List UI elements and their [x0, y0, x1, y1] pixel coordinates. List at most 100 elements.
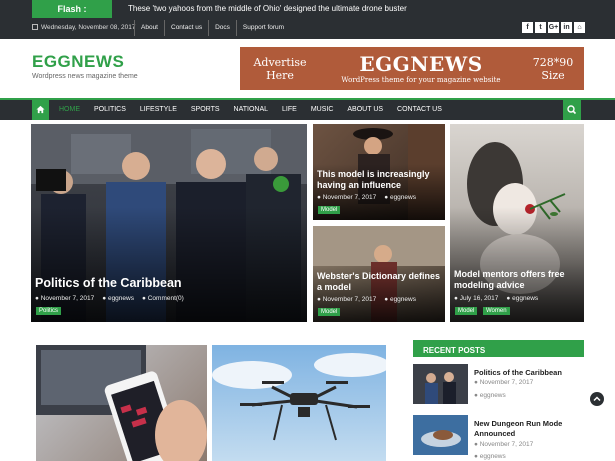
linkedin-icon[interactable]: in — [561, 22, 572, 33]
date-text: Wednesday, November 08, 2017 — [41, 24, 136, 31]
chevron-up-icon — [593, 396, 601, 402]
post-title[interactable]: This model is increasingly having an inf… — [317, 169, 441, 191]
recent-post-title[interactable]: New Dungeon Run Mode Announced — [474, 419, 584, 439]
flash-label: Flash : — [32, 0, 112, 18]
post-date: ● November 7, 2017 — [317, 296, 377, 303]
top-link-docs[interactable]: Docs — [208, 20, 236, 36]
post-author-text: eggnews — [107, 295, 134, 302]
top-link-support[interactable]: Support forum — [235, 20, 290, 36]
search-button[interactable] — [563, 100, 581, 120]
heading-notch — [493, 340, 501, 356]
featured-post-large[interactable]: Politics of the Caribbean ● November 7, … — [31, 124, 307, 322]
recent-post-author[interactable]: ● eggnews — [474, 453, 506, 460]
ad-size: 728*90 Size — [522, 56, 584, 82]
recent-posts-heading: RECENT POSTS — [413, 340, 584, 356]
post-meta: ● November 7, 2017 ● eggnews ● Comment(0… — [35, 295, 184, 302]
recent-post-thumbnail — [413, 364, 468, 404]
image-overlay — [450, 207, 584, 322]
category-tag-women[interactable]: Women — [483, 307, 510, 315]
post-date: ● July 16, 2017 — [454, 295, 499, 302]
post-date-text: November 7, 2017 — [322, 194, 377, 201]
recent-post-date-text: November 7, 2017 — [479, 441, 534, 448]
ad-advertise-here: Advertise Here — [240, 56, 320, 82]
post-comments[interactable]: ● Comment(0) — [142, 295, 184, 302]
twitter-icon[interactable]: t — [535, 22, 546, 33]
main-nav: HOME POLITICS LIFESTYLE SPORTS NATIONAL … — [0, 98, 615, 120]
current-date: Wednesday, November 08, 2017 — [32, 20, 135, 36]
nav-item-music[interactable]: MUSIC — [304, 100, 341, 120]
post-author[interactable]: ● eggnews — [384, 194, 416, 201]
recent-post-item[interactable]: Politics of the Caribbean ● November 7, … — [413, 364, 584, 412]
category-tag[interactable]: Politics — [36, 307, 62, 315]
post-meta: ● November 7, 2017 ● eggnews — [317, 296, 416, 303]
post-date-text: November 7, 2017 — [40, 295, 95, 302]
post-title[interactable]: Model mentors offers free modeling advic… — [454, 269, 580, 291]
nav-item-about-us[interactable]: ABOUT US — [340, 100, 390, 120]
nav-item-national[interactable]: NATIONAL — [227, 100, 276, 120]
site-tagline: Wordpress news magazine theme — [32, 73, 138, 80]
ad-brand-title: EGGNEWS — [359, 51, 483, 76]
recent-post-thumbnail — [413, 415, 468, 455]
post-meta: ● November 7, 2017 ● eggnews — [317, 194, 416, 201]
category-tag[interactable]: Model — [318, 308, 341, 316]
category-tag-model[interactable]: Model — [455, 307, 478, 315]
featured-post-model-mentors[interactable]: Model mentors offers free modeling advic… — [450, 124, 584, 322]
recent-post-author[interactable]: ● eggnews — [474, 392, 506, 399]
drone-image — [212, 353, 386, 441]
post-date: ● November 7, 2017 — [35, 295, 95, 302]
calendar-icon — [32, 24, 38, 30]
nav-item-contact-us[interactable]: CONTACT US — [390, 100, 449, 120]
page: Flash : These 'two yahoos from the middl… — [0, 0, 615, 461]
recent-posts-title: RECENT POSTS — [423, 346, 486, 355]
nav-items: HOME POLITICS LIFESTYLE SPORTS NATIONAL … — [52, 100, 449, 120]
instagram-icon[interactable]: ⌂ — [574, 22, 585, 33]
image-overlay — [31, 207, 307, 322]
post-thumbnail-phone-laptop[interactable] — [36, 345, 207, 461]
ad-brand: EGGNEWS WordPress theme for your magazin… — [320, 53, 522, 85]
top-links: About Contact us Docs Support forum — [134, 20, 290, 36]
ad-left-line2: Here — [266, 68, 294, 82]
home-button[interactable] — [32, 100, 49, 120]
ad-brand-sub: WordPress theme for your magazine websit… — [341, 75, 501, 84]
nav-item-sports[interactable]: SPORTS — [184, 100, 227, 120]
post-thumbnail-drone[interactable] — [212, 345, 386, 461]
post-date-text: November 7, 2017 — [322, 296, 377, 303]
recent-post-date: ● November 7, 2017 — [474, 379, 534, 386]
featured-post-webster[interactable]: Webster's Dictionary defines a model ● N… — [313, 226, 445, 322]
post-date: ● November 7, 2017 — [317, 194, 377, 201]
top-bar: Flash : These 'two yahoos from the middl… — [0, 0, 615, 39]
social-icons: f t G+ in ⌂ — [522, 22, 585, 33]
nav-item-life[interactable]: LIFE — [275, 100, 304, 120]
post-author-text: eggnews — [389, 296, 416, 303]
scroll-to-top-button[interactable] — [590, 392, 604, 406]
flash-ticker-link[interactable]: These 'two yahoos from the middle of Ohi… — [128, 0, 407, 18]
site-logo[interactable]: EGGNEWS — [32, 52, 124, 72]
ad-left-line1: Advertise — [253, 55, 307, 69]
nav-item-lifestyle[interactable]: LIFESTYLE — [133, 100, 184, 120]
top-link-about[interactable]: About — [134, 20, 164, 36]
category-tag[interactable]: Model — [318, 206, 341, 214]
facebook-icon[interactable]: f — [522, 22, 533, 33]
post-author[interactable]: ● eggnews — [102, 295, 134, 302]
ad-size-line1: 728*90 — [532, 55, 574, 69]
post-author[interactable]: ● eggnews — [506, 295, 538, 302]
post-title[interactable]: Politics of the Caribbean — [35, 276, 303, 290]
google-plus-icon[interactable]: G+ — [548, 22, 559, 33]
ad-size-line2: Size — [541, 68, 565, 82]
post-author[interactable]: ● eggnews — [384, 296, 416, 303]
heading-underline — [413, 356, 584, 357]
post-date-text: July 16, 2017 — [459, 295, 499, 302]
nav-item-home[interactable]: HOME — [52, 100, 87, 120]
home-icon — [36, 105, 45, 114]
recent-post-date-text: November 7, 2017 — [479, 379, 534, 386]
header-advertisement[interactable]: Advertise Here EGGNEWS WordPress theme f… — [240, 47, 584, 90]
recent-post-title[interactable]: Politics of the Caribbean — [474, 368, 584, 378]
recent-post-date: ● November 7, 2017 — [474, 441, 534, 448]
post-meta: ● July 16, 2017 ● eggnews — [454, 295, 538, 302]
post-title[interactable]: Webster's Dictionary defines a model — [317, 271, 441, 293]
recent-post-item[interactable]: New Dungeon Run Mode Announced ● Novembe… — [413, 415, 584, 461]
top-link-contact[interactable]: Contact us — [164, 20, 208, 36]
recent-post-author-text: eggnews — [479, 392, 506, 399]
featured-post-model-influence[interactable]: This model is increasingly having an inf… — [313, 124, 445, 220]
nav-item-politics[interactable]: POLITICS — [87, 100, 133, 120]
